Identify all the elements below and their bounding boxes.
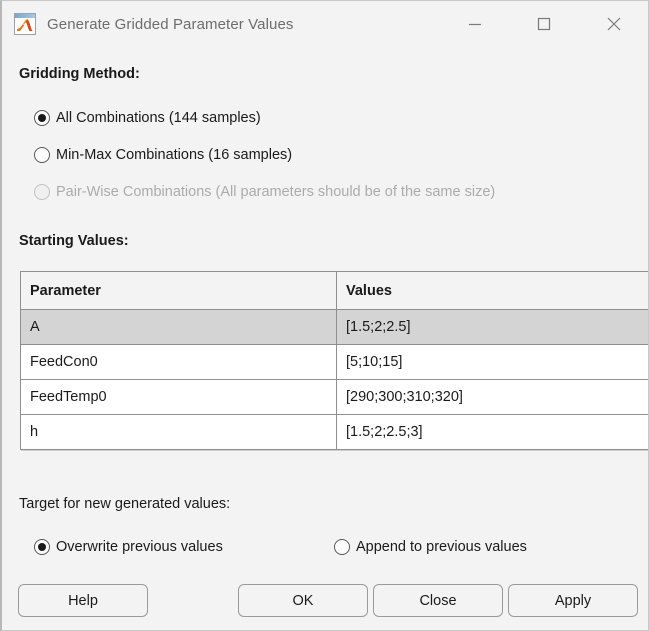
help-button[interactable]: Help <box>18 584 148 617</box>
gridding-method-heading: Gridding Method: <box>19 66 140 82</box>
radio-append-to-previous-values-mark <box>334 539 350 555</box>
radio-overwrite-previous-values-label: Overwrite previous values <box>56 539 223 555</box>
table-row[interactable]: A [1.5;2;2.5] <box>21 310 649 345</box>
ok-button[interactable]: OK <box>238 584 368 617</box>
table-header-row: Parameter Values <box>21 272 649 310</box>
radio-pairwise-combinations-mark <box>34 184 50 200</box>
generate-gridded-parameter-values-dialog: Generate Gridded Parameter Values Griddi… <box>0 0 649 631</box>
cell-values[interactable]: [5;10;15] <box>337 345 649 380</box>
radio-overwrite-previous-values[interactable]: Overwrite previous values <box>34 539 223 555</box>
matlab-app-icon <box>14 13 36 35</box>
cell-values[interactable]: [290;300;310;320] <box>337 380 649 415</box>
close-button[interactable]: Close <box>373 584 503 617</box>
apply-button[interactable]: Apply <box>508 584 638 617</box>
target-heading: Target for new generated values: <box>19 496 230 512</box>
radio-pairwise-combinations-label: Pair-Wise Combinations (All parameters s… <box>56 184 495 200</box>
radio-minmax-combinations[interactable]: Min-Max Combinations (16 samples) <box>34 147 292 163</box>
radio-overwrite-previous-values-mark <box>34 539 50 555</box>
table-row[interactable]: FeedCon0 [5;10;15] <box>21 345 649 380</box>
cell-parameter[interactable]: FeedTemp0 <box>21 380 337 415</box>
radio-minmax-combinations-mark <box>34 147 50 163</box>
radio-minmax-combinations-label: Min-Max Combinations (16 samples) <box>56 147 292 163</box>
close-icon[interactable] <box>591 1 637 47</box>
title-bar: Generate Gridded Parameter Values <box>2 1 649 47</box>
minimize-icon[interactable] <box>452 1 498 47</box>
radio-all-combinations-label: All Combinations (144 samples) <box>56 110 261 126</box>
radio-all-combinations-mark <box>34 110 50 126</box>
matlab-membrane-glyph <box>16 18 34 33</box>
cell-parameter[interactable]: h <box>21 415 337 450</box>
column-header-values[interactable]: Values <box>337 272 649 310</box>
maximize-icon[interactable] <box>521 1 567 47</box>
table-row[interactable]: h [1.5;2;2.5;3] <box>21 415 649 450</box>
dialog-body: Gridding Method: All Combinations (144 s… <box>2 47 649 631</box>
column-header-parameter[interactable]: Parameter <box>21 272 337 310</box>
cell-parameter[interactable]: A <box>21 310 337 345</box>
radio-append-to-previous-values[interactable]: Append to previous values <box>334 539 527 555</box>
cell-values[interactable]: [1.5;2;2.5;3] <box>337 415 649 450</box>
starting-values-heading: Starting Values: <box>19 233 129 249</box>
starting-values-table[interactable]: Parameter Values A [1.5;2;2.5] FeedCon0 … <box>20 271 649 450</box>
radio-append-to-previous-values-label: Append to previous values <box>356 539 527 555</box>
cell-parameter[interactable]: FeedCon0 <box>21 345 337 380</box>
cell-values[interactable]: [1.5;2;2.5] <box>337 310 649 345</box>
radio-pairwise-combinations: Pair-Wise Combinations (All parameters s… <box>34 184 495 200</box>
radio-all-combinations[interactable]: All Combinations (144 samples) <box>34 110 261 126</box>
window-title: Generate Gridded Parameter Values <box>47 16 294 33</box>
table-row[interactable]: FeedTemp0 [290;300;310;320] <box>21 380 649 415</box>
